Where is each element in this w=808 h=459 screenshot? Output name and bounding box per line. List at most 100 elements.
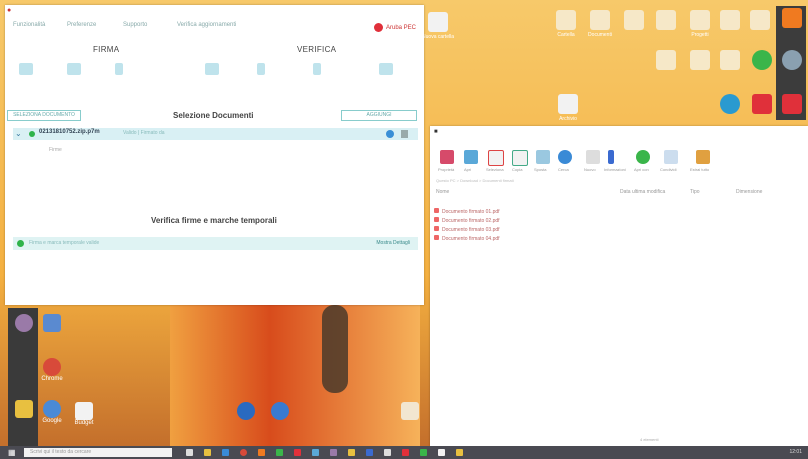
edge-icon[interactable] bbox=[222, 449, 229, 456]
file-row[interactable]: Documento firmato 02.pdf bbox=[434, 217, 804, 225]
share-icon[interactable] bbox=[664, 150, 678, 164]
app-icon[interactable] bbox=[294, 449, 301, 456]
aruba-logo-icon bbox=[373, 23, 383, 32]
menu-item-preferenze[interactable]: Preferenze bbox=[67, 22, 96, 28]
taskbar-search-input[interactable]: Scrivi qui il testo da cercare bbox=[24, 448, 172, 457]
tab-firma[interactable]: FIRMA bbox=[93, 45, 119, 54]
desktop-icon-folder-1[interactable] bbox=[428, 12, 448, 32]
document-name: 02131810752.zip.p7m bbox=[39, 129, 100, 135]
desktop-icon-file[interactable] bbox=[396, 402, 424, 420]
desktop-icon-folder-6[interactable] bbox=[690, 10, 710, 30]
desktop-icon-app-1[interactable] bbox=[38, 314, 66, 332]
extract-icon[interactable] bbox=[696, 150, 710, 164]
clock[interactable]: 12:01 bbox=[789, 449, 802, 455]
desktop-icon-folder-2[interactable] bbox=[556, 10, 576, 30]
desktop-icon-google[interactable]: Google bbox=[38, 400, 66, 424]
app-icon[interactable] bbox=[438, 449, 445, 456]
verify-result-text: Firma e marca temporale valide bbox=[29, 240, 100, 246]
desktop-icon-folder-4[interactable] bbox=[624, 10, 644, 30]
windows-start-icon[interactable]: ▦ bbox=[8, 448, 16, 457]
file-row[interactable]: Documento firmato 03.pdf bbox=[434, 226, 804, 234]
column-name[interactable]: Nome bbox=[436, 189, 449, 195]
select-document-button[interactable]: SELEZIONA DOCUMENTO bbox=[7, 110, 81, 121]
valid-status-icon bbox=[29, 131, 35, 137]
document-row[interactable]: ⌄ 02131810752.zip.p7m Valido | Firmato d… bbox=[13, 128, 418, 140]
chevron-down-icon[interactable]: ⌄ bbox=[15, 129, 22, 138]
file-explorer-icon[interactable] bbox=[204, 449, 211, 456]
open-icon[interactable] bbox=[464, 150, 478, 164]
verify-tool-icon[interactable] bbox=[257, 63, 265, 75]
verify-tool-icon[interactable] bbox=[205, 63, 219, 75]
desktop-icon-folder-10[interactable] bbox=[690, 50, 710, 70]
menu-item-supporto[interactable]: Supporto bbox=[123, 22, 147, 28]
app-icon bbox=[43, 314, 61, 332]
info-icon[interactable] bbox=[386, 130, 394, 138]
brand-logo: Aruba PEC bbox=[373, 23, 416, 32]
column-date[interactable]: Data ultima modifica bbox=[620, 189, 665, 195]
menu-item-funzionalita[interactable]: Funzionalità bbox=[13, 22, 45, 28]
wallpaper-shape bbox=[322, 305, 348, 393]
app-icon[interactable] bbox=[276, 449, 283, 456]
info-icon[interactable] bbox=[608, 150, 614, 164]
chrome-icon[interactable] bbox=[240, 449, 247, 456]
verify-result-row[interactable]: Firma e marca temporale valide Mostra De… bbox=[13, 237, 418, 250]
desktop-icon-recycle[interactable] bbox=[10, 314, 38, 332]
move-icon[interactable] bbox=[536, 150, 550, 164]
select-icon[interactable] bbox=[488, 150, 504, 166]
pdf-file-icon[interactable] bbox=[558, 94, 578, 114]
verify-tool-icon[interactable] bbox=[379, 63, 393, 75]
sign-tool-icon[interactable] bbox=[19, 63, 33, 75]
app-icon[interactable] bbox=[366, 449, 373, 456]
column-type[interactable]: Tipo bbox=[690, 189, 700, 195]
show-details-link[interactable]: Mostra Dettagli bbox=[376, 240, 410, 246]
app-icon bbox=[237, 402, 255, 420]
app-icon[interactable] bbox=[752, 94, 772, 114]
file-row[interactable]: Documento firmato 01.pdf bbox=[434, 208, 804, 216]
desktop-icon-folder-9[interactable] bbox=[656, 50, 676, 70]
trash-icon[interactable] bbox=[401, 130, 408, 138]
desktop-icon-budget[interactable]: Budget bbox=[70, 402, 98, 426]
copy-icon[interactable] bbox=[512, 150, 528, 166]
search-icon[interactable] bbox=[558, 150, 572, 164]
app-icon[interactable] bbox=[782, 50, 802, 70]
app-icon[interactable] bbox=[348, 449, 355, 456]
window-menu-icon[interactable]: ■ bbox=[434, 129, 438, 135]
desktop-icon-folder-7[interactable] bbox=[720, 10, 740, 30]
file-row[interactable]: Documento firmato 04.pdf bbox=[434, 235, 804, 243]
sign-tool-icon[interactable] bbox=[67, 63, 81, 75]
desktop-icon-app-2[interactable] bbox=[232, 402, 260, 420]
whatsapp-icon[interactable] bbox=[752, 50, 772, 70]
vlc-icon[interactable] bbox=[782, 8, 802, 28]
sign-tool-icon[interactable] bbox=[115, 63, 123, 75]
column-size[interactable]: Dimensione bbox=[736, 189, 762, 195]
desktop-icon-folder-11[interactable] bbox=[720, 50, 740, 70]
address-bar[interactable]: Questo PC > Download > Documenti firmati bbox=[436, 178, 802, 186]
valid-status-icon bbox=[17, 240, 24, 247]
app-icon[interactable] bbox=[720, 94, 740, 114]
folder-icon bbox=[15, 400, 33, 418]
app-icon[interactable] bbox=[456, 449, 463, 456]
app-icon[interactable] bbox=[312, 449, 319, 456]
tab-verifica[interactable]: VERIFICA bbox=[297, 45, 336, 54]
verify-tool-icon[interactable] bbox=[313, 63, 321, 75]
app-icon[interactable] bbox=[782, 94, 802, 114]
desktop-icon-folder[interactable] bbox=[10, 400, 38, 418]
app-icon[interactable] bbox=[420, 449, 427, 456]
new-icon[interactable] bbox=[586, 150, 600, 164]
desktop-icon-folder-3[interactable] bbox=[590, 10, 610, 30]
desktop-icon-folder-5[interactable] bbox=[656, 10, 676, 30]
app-icon[interactable] bbox=[384, 449, 391, 456]
open-with-icon[interactable] bbox=[636, 150, 650, 164]
menu-item-aggiornamenti[interactable]: Verifica aggiornamenti bbox=[177, 22, 236, 28]
desktop-icon-chrome[interactable]: Chrome bbox=[38, 358, 66, 382]
app-icon[interactable] bbox=[330, 449, 337, 456]
desktop-icon-folder-8[interactable] bbox=[750, 10, 770, 30]
properties-icon[interactable] bbox=[440, 150, 454, 164]
app-icon[interactable] bbox=[258, 449, 265, 456]
task-view-icon[interactable] bbox=[186, 449, 193, 456]
close-icon[interactable]: ● bbox=[7, 7, 11, 14]
app-icon bbox=[271, 402, 289, 420]
app-icon[interactable] bbox=[402, 449, 409, 456]
add-button[interactable]: AGGIUNGI bbox=[341, 110, 417, 121]
desktop-icon-app-3[interactable] bbox=[266, 402, 294, 420]
